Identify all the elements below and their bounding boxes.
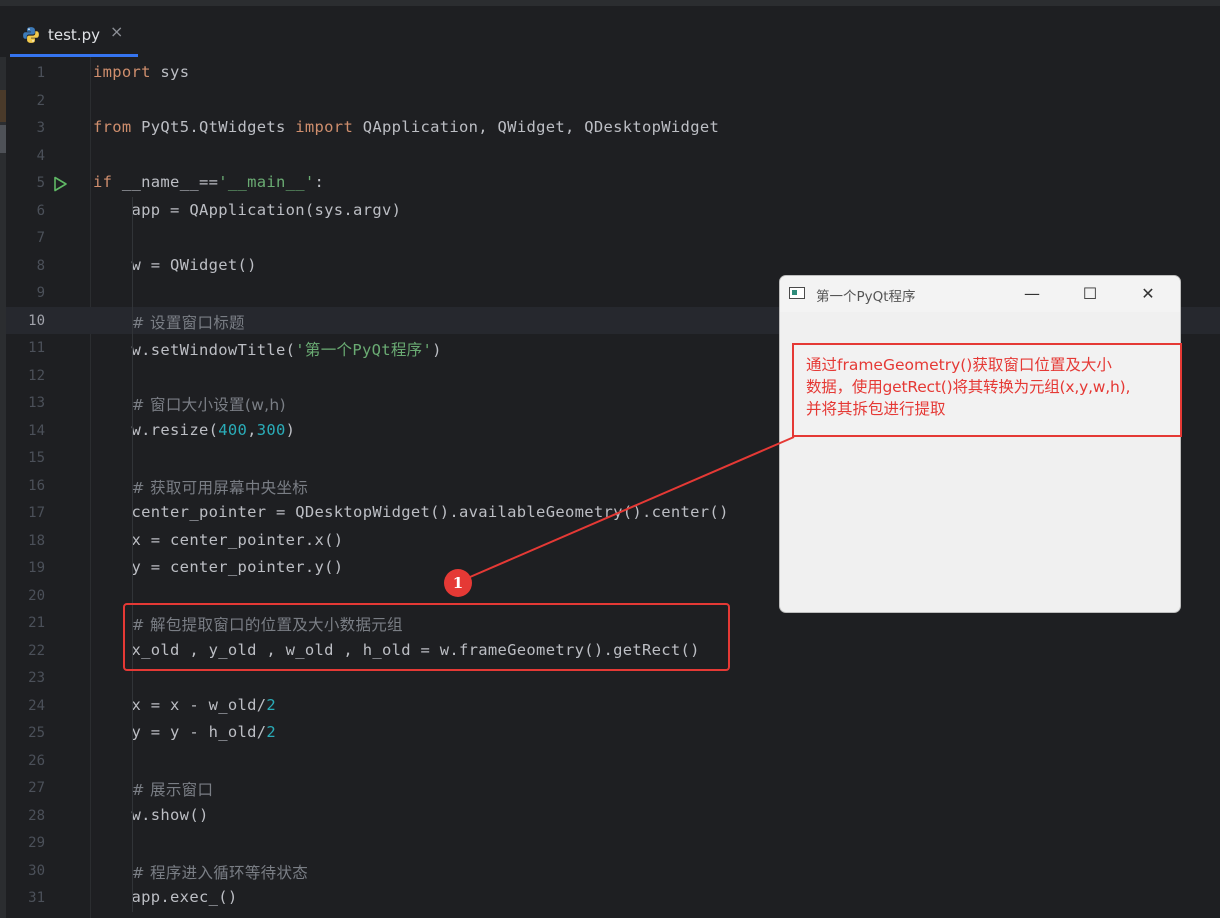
annotation-line-1: 通过frameGeometry()获取窗口位置及大小 [806,356,1112,374]
annotation-line-2: 数据，使用getRect()将其转换为元组(x,y,w,h), [806,378,1131,396]
annotation-box: 通过frameGeometry()获取窗口位置及大小 数据，使用getRect(… [792,343,1182,437]
annotation-badge: 1 [444,569,472,597]
annotation-line-3: 并将其拆包进行提取 [806,400,946,418]
connector-line [469,436,795,578]
annotation-connector [469,436,795,578]
